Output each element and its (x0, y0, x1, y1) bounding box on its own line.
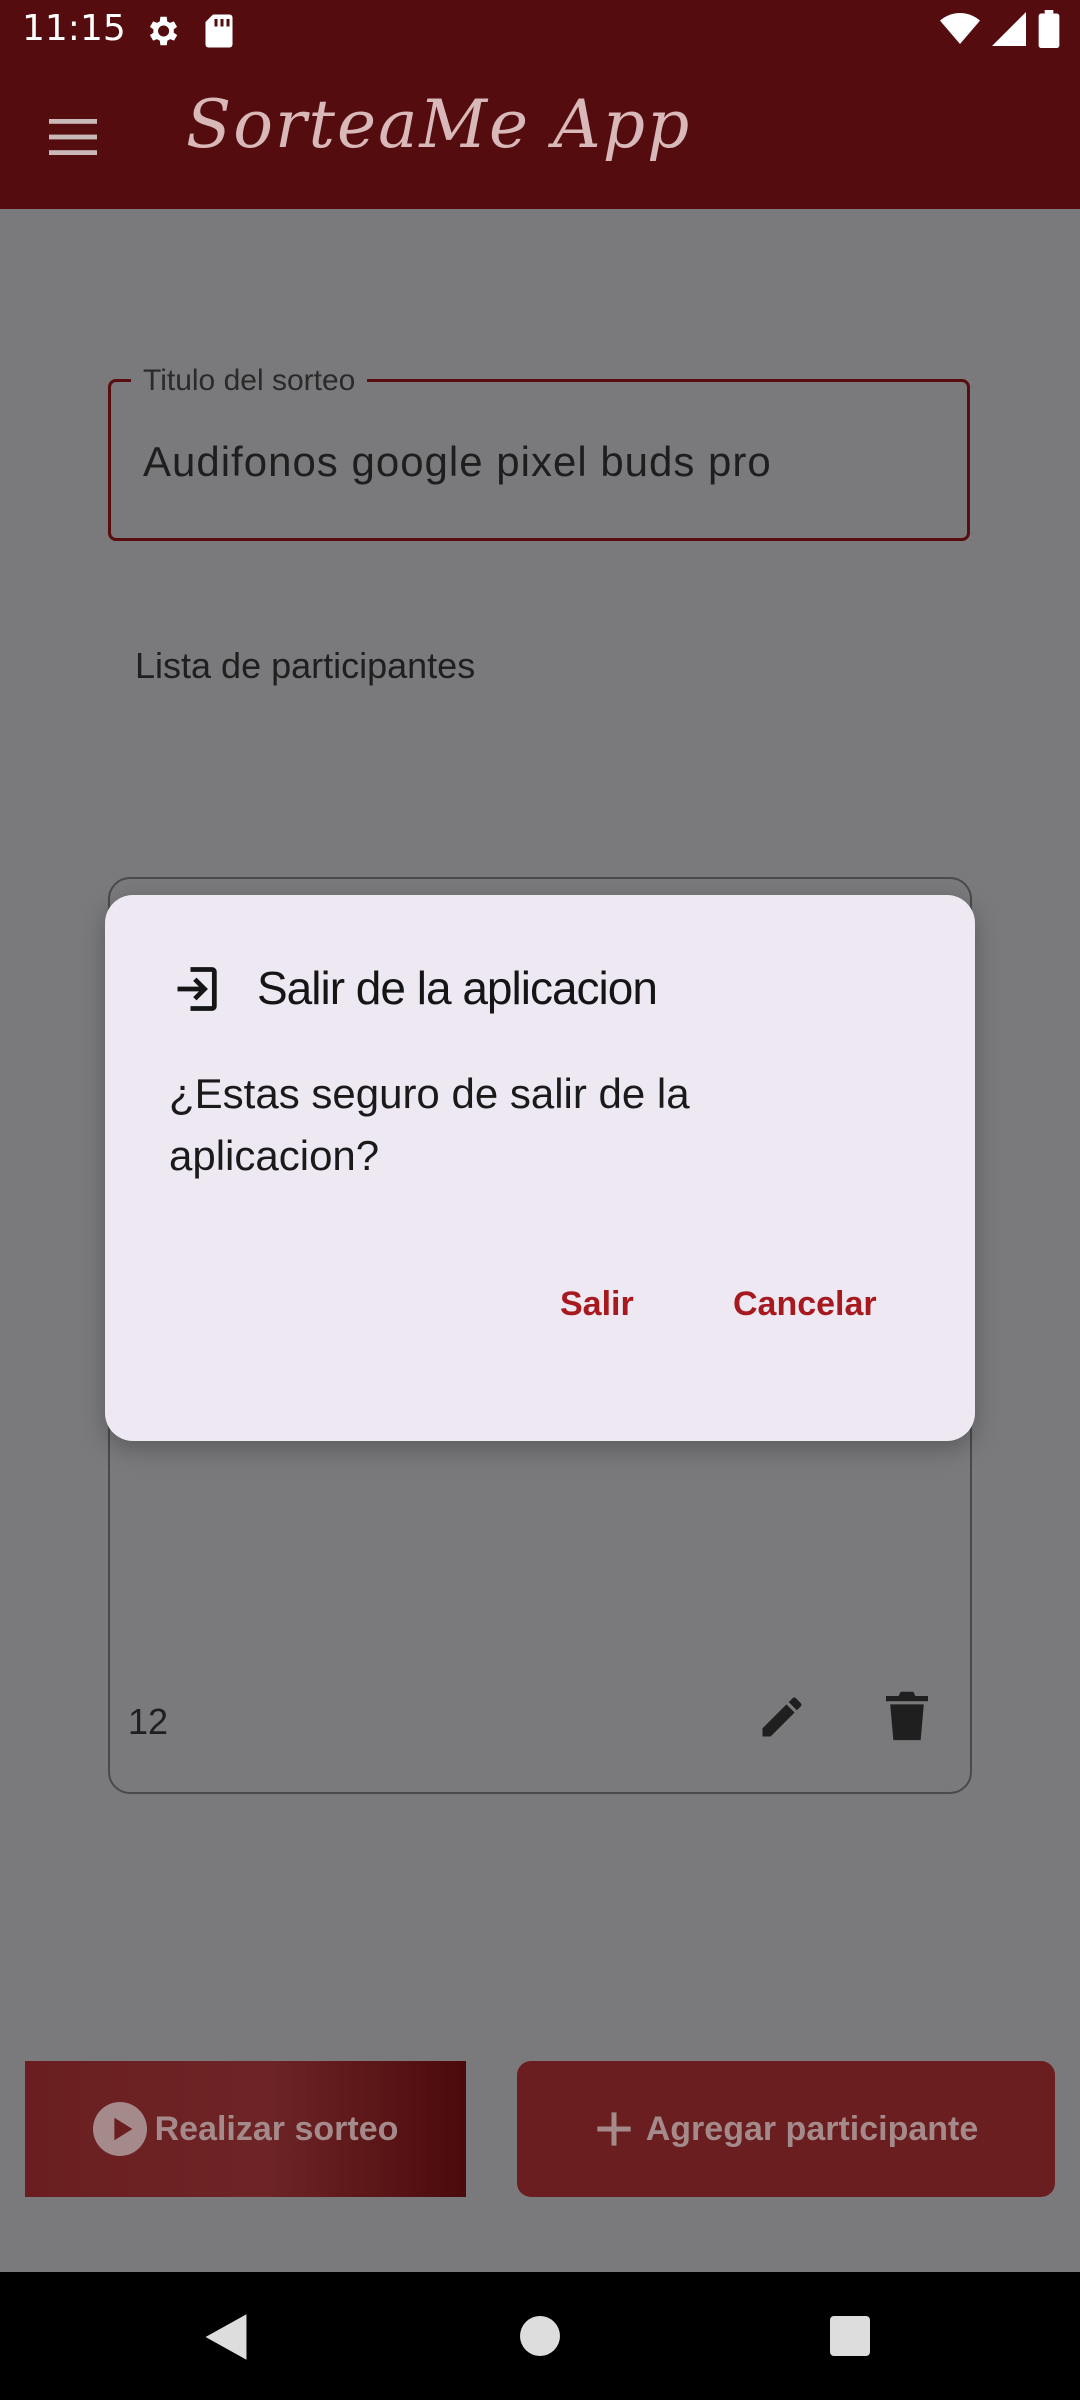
participant-number: 12 (128, 1701, 169, 1742)
app-title: SorteaMe App (186, 86, 692, 163)
raffle-title-label: Titulo del sorteo (131, 364, 368, 398)
perform-raffle-label: Realizar sorteo (154, 2109, 399, 2148)
wifi-icon (940, 13, 980, 44)
back-triangle-icon[interactable] (203, 2312, 249, 2362)
dialog-message: ¿Estas seguro de salir de la aplicacion? (169, 1070, 690, 1179)
play-circle-icon (92, 2102, 147, 2156)
status-bar: 11:15 (0, 0, 1080, 64)
exit-confirm-button[interactable]: Salir (560, 1285, 634, 1324)
battery-icon (1038, 10, 1060, 48)
home-circle-icon[interactable] (520, 2316, 560, 2356)
add-participant-label: Agregar participante (645, 2109, 979, 2148)
settings-gear-icon (149, 16, 178, 46)
sd-card-icon (205, 14, 233, 48)
delete-trash-icon[interactable] (886, 1691, 928, 1743)
add-participant-button[interactable]: Agregar participante (517, 2061, 1055, 2197)
cancel-button[interactable]: Cancelar (733, 1285, 877, 1324)
exit-arrow-icon (177, 967, 217, 1011)
raffle-title-value[interactable]: Audifonos google pixel buds pro (143, 438, 772, 486)
status-time: 11:15 (22, 8, 126, 49)
participants-list-label: Lista de participantes (135, 645, 476, 686)
recents-square-icon[interactable] (830, 2316, 870, 2356)
perform-raffle-button[interactable]: Realizar sorteo (25, 2061, 466, 2197)
raffle-title-field[interactable]: Titulo del sorteo Audifonos google pixel… (108, 364, 970, 541)
status-indicators (940, 10, 1060, 48)
plus-icon (597, 2112, 631, 2146)
app-bar: SorteaMe App (0, 64, 1080, 209)
system-nav-bar (0, 2272, 1080, 2400)
exit-dialog: Salir de la aplicacion ¿Estas seguro de … (105, 895, 975, 1441)
edit-pencil-icon[interactable] (756, 1691, 808, 1743)
hamburger-menu-icon[interactable] (48, 117, 98, 157)
signal-icon (992, 12, 1026, 46)
dialog-title: Salir de la aplicacion (257, 962, 658, 1014)
